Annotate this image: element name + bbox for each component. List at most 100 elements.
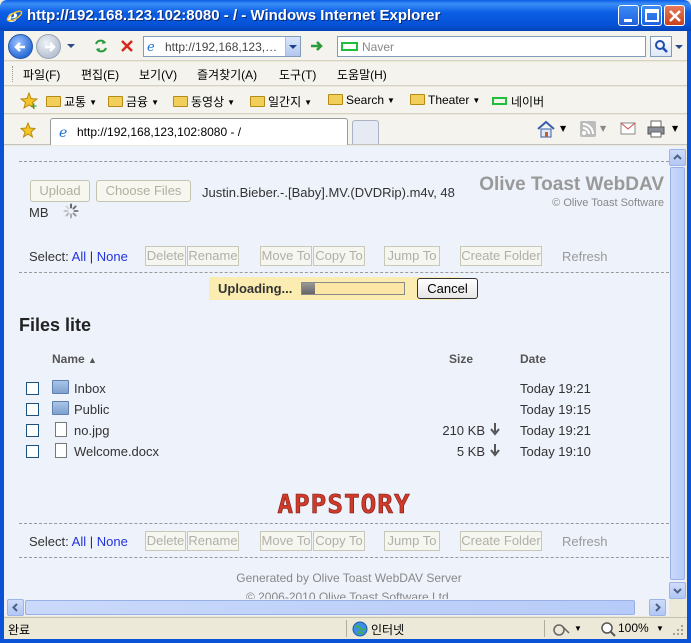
row-checkbox[interactable] (26, 403, 39, 416)
column-header-name[interactable]: Name ▲ (52, 352, 97, 366)
close-icon (669, 10, 681, 22)
protected-mode-dropdown-icon[interactable]: ▼ (574, 624, 582, 633)
stop-icon[interactable] (118, 37, 136, 55)
maximize-icon (645, 9, 659, 22)
favorite-folder-finance[interactable]: 금융 ▼ (108, 93, 159, 110)
history-dropdown-icon[interactable] (66, 42, 76, 50)
forward-button[interactable] (36, 34, 61, 59)
resize-grip-icon[interactable] (672, 624, 684, 636)
print-icon[interactable] (647, 120, 665, 138)
search-button[interactable] (650, 36, 672, 57)
file-name[interactable]: Public (74, 402, 109, 417)
select-all-link[interactable]: All (72, 534, 86, 549)
cancel-upload-button[interactable]: Cancel (417, 278, 478, 299)
zoom-level[interactable]: 100% (618, 621, 649, 635)
move-to-button[interactable]: Move To (260, 246, 312, 266)
delete-button-bottom[interactable]: Delete (145, 531, 186, 551)
table-row[interactable]: Welcome.docx 5 KB Today 19:10 (4, 441, 669, 462)
column-header-date[interactable]: Date (520, 352, 546, 366)
column-header-size[interactable]: Size (449, 352, 473, 366)
zoom-dropdown-icon[interactable]: ▼ (656, 624, 664, 633)
minimize-button[interactable] (618, 5, 639, 26)
select-none-link[interactable]: None (97, 534, 128, 549)
horizontal-scrollbar[interactable] (4, 599, 669, 616)
delete-button[interactable]: Delete (145, 246, 186, 266)
rename-button[interactable]: Rename (187, 246, 239, 266)
download-icon[interactable] (490, 422, 500, 436)
jump-to-button[interactable]: Jump To (384, 246, 440, 266)
row-checkbox[interactable] (26, 382, 39, 395)
scroll-down-button[interactable] (669, 582, 686, 599)
file-name[interactable]: no.jpg (74, 423, 109, 438)
scroll-up-button[interactable] (669, 149, 686, 166)
go-icon[interactable] (308, 37, 326, 55)
new-tab-button[interactable] (352, 120, 379, 144)
scroll-right-button[interactable] (649, 599, 666, 616)
favorites-center-icon[interactable] (20, 122, 36, 138)
home-icon[interactable] (536, 120, 556, 138)
jump-to-button-bottom[interactable]: Jump To (384, 531, 440, 551)
menu-edit[interactable]: 편집(E) (81, 66, 119, 83)
create-folder-button[interactable]: Create Folder (460, 246, 542, 266)
maximize-button[interactable] (641, 5, 662, 26)
favorite-folder-search[interactable]: Search ▼ (328, 93, 395, 107)
address-dropdown-button[interactable] (285, 37, 300, 56)
menu-view[interactable]: 보기(V) (139, 66, 177, 83)
home-dropdown-icon[interactable]: ▼ (560, 124, 566, 133)
choose-files-button[interactable]: Choose Files (96, 180, 191, 202)
refresh-link[interactable]: Refresh (562, 249, 608, 264)
vertical-scrollbar[interactable] (669, 146, 686, 599)
search-input[interactable]: Naver (337, 36, 646, 57)
mail-icon[interactable] (620, 122, 636, 135)
refresh-link-bottom[interactable]: Refresh (562, 534, 608, 549)
favorite-label: 교통 (64, 95, 87, 109)
window-title: http://192.168.123.102:8080 - / - Window… (27, 7, 441, 24)
protected-mode-icon[interactable] (552, 621, 572, 637)
security-zone-label[interactable]: 인터넷 (371, 621, 404, 638)
print-dropdown-icon[interactable]: ▼ (672, 124, 678, 133)
menu-favorites[interactable]: 즐겨찾기(A) (197, 66, 257, 83)
table-row[interactable]: no.jpg 210 KB Today 19:21 (4, 420, 669, 441)
feeds-dropdown-icon[interactable]: ▼ (600, 124, 606, 133)
tab-current[interactable]: e http://192,168,123,102:8080 - / (50, 118, 348, 145)
address-bar[interactable]: e http://192,168,123,… (143, 36, 301, 57)
favorite-folder-traffic[interactable]: 교통 ▼ (46, 93, 97, 110)
row-checkbox[interactable] (26, 424, 39, 437)
feeds-icon[interactable] (580, 121, 596, 137)
row-checkbox[interactable] (26, 445, 39, 458)
scroll-left-button[interactable] (7, 599, 24, 616)
close-button[interactable] (664, 5, 685, 26)
file-icon (55, 422, 67, 437)
copy-to-button[interactable]: Copy To (313, 246, 365, 266)
divider (19, 161, 669, 162)
create-folder-button-bottom[interactable]: Create Folder (460, 531, 542, 551)
upload-button[interactable]: Upload (30, 180, 90, 202)
vertical-scroll-thumb[interactable] (670, 167, 685, 580)
menu-file[interactable]: 파일(F) (23, 66, 60, 83)
table-row[interactable]: Public Today 19:15 (4, 399, 669, 420)
back-button[interactable] (8, 34, 33, 59)
menu-help[interactable]: 도움말(H) (337, 66, 387, 83)
appstory-logo-text: APPSTORY (277, 490, 410, 519)
favorite-folder-video[interactable]: 동영상 ▼ (173, 93, 235, 110)
menu-tools[interactable]: 도구(T) (279, 66, 316, 83)
favorite-folder-theater[interactable]: Theater ▼ (410, 93, 480, 107)
file-name[interactable]: Welcome.docx (74, 444, 159, 459)
copy-to-button-bottom[interactable]: Copy To (313, 531, 365, 551)
move-to-button-bottom[interactable]: Move To (260, 531, 312, 551)
favorites-star-icon[interactable]: + (20, 92, 38, 109)
rename-button-bottom[interactable]: Rename (187, 531, 239, 551)
zoom-icon[interactable] (600, 621, 616, 637)
table-row[interactable]: Inbox Today 19:21 (4, 378, 669, 399)
horizontal-scroll-thumb[interactable] (25, 600, 635, 615)
favorite-link-naver[interactable]: 네이버 (492, 93, 544, 110)
select-all-link[interactable]: All (72, 249, 86, 264)
refresh-icon[interactable] (92, 37, 110, 55)
download-icon[interactable] (490, 443, 500, 457)
file-date: Today 19:10 (520, 444, 591, 459)
file-name[interactable]: Inbox (74, 381, 106, 396)
search-options-icon[interactable] (674, 43, 684, 51)
select-none-link[interactable]: None (97, 249, 128, 264)
favorite-folder-daily[interactable]: 일간지 ▼ (250, 93, 312, 110)
favorite-label: 네이버 (511, 95, 545, 109)
